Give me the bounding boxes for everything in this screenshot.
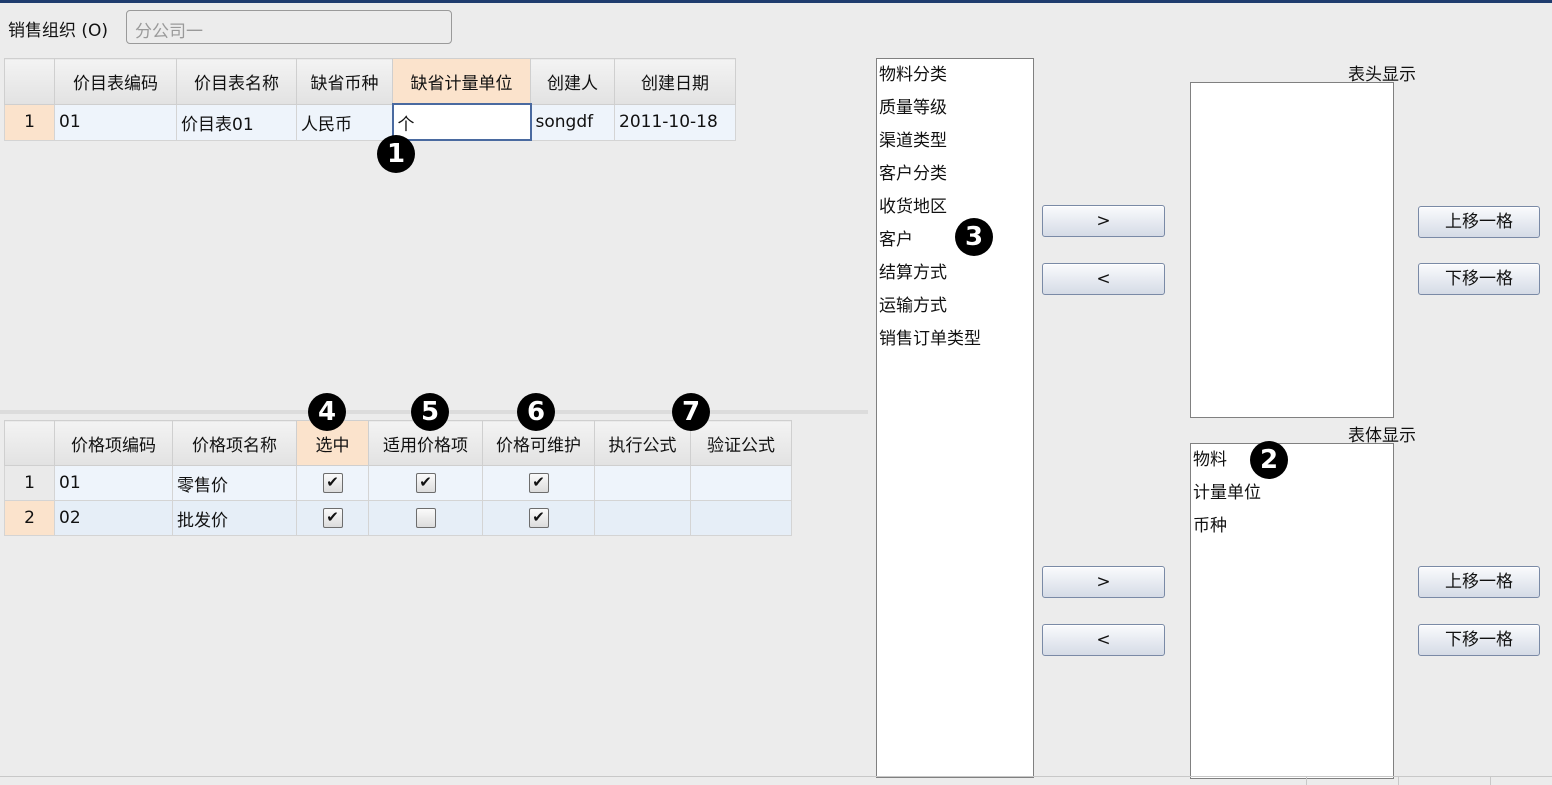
header-move-down-button[interactable]: 下移一格 xyxy=(1418,263,1540,295)
row-number: 1 xyxy=(4,103,55,141)
callout-1-icon: 1 xyxy=(377,135,415,173)
price-table-code-cell[interactable]: 01 xyxy=(54,103,177,141)
remove-from-body-button[interactable]: < xyxy=(1042,624,1165,656)
price-items-header: 价格项编码 价格项名称 选中 适用价格项 价格可维护 执行公式 验证公式 xyxy=(4,420,792,466)
callout-4-icon: 4 xyxy=(308,393,346,431)
list-item[interactable]: 渠道类型 xyxy=(877,125,1033,158)
table-row[interactable]: 1 01 零售价 ✔ ✔ ✔ xyxy=(4,465,792,501)
maintainable-checkbox[interactable]: ✔ xyxy=(528,508,549,528)
body-display-list[interactable]: 物料 计量单位 币种 xyxy=(1190,443,1394,779)
window-top-border xyxy=(0,0,1552,3)
list-item[interactable]: 运输方式 xyxy=(877,290,1033,323)
selected-checkbox[interactable]: ✔ xyxy=(322,473,343,493)
callout-7-icon: 7 xyxy=(672,393,710,431)
divider xyxy=(1398,776,1399,785)
table-row[interactable]: 2 02 批发价 ✔ ✔ xyxy=(4,500,792,536)
callout-6-icon: 6 xyxy=(517,393,555,431)
column-header[interactable]: 价目表编码 xyxy=(54,58,177,105)
callout-3-icon: 3 xyxy=(955,218,993,256)
header-move-up-button[interactable]: 上移一格 xyxy=(1418,206,1540,238)
list-item[interactable]: 质量等级 xyxy=(877,92,1033,125)
column-header[interactable]: 缺省币种 xyxy=(296,58,393,105)
list-item[interactable]: 客户分类 xyxy=(877,158,1033,191)
sales-org-label: 销售组织 (O) xyxy=(8,21,109,41)
add-to-body-button[interactable]: > xyxy=(1042,566,1165,598)
price-table-grid: 价目表编码 价目表名称 缺省币种 缺省计量单位 创建人 创建日期 1 01 价目… xyxy=(4,58,736,141)
callout-2-icon: 2 xyxy=(1250,441,1288,479)
column-header[interactable]: 价目表名称 xyxy=(176,58,297,105)
sales-org-field[interactable]: 分公司一 xyxy=(126,10,452,44)
column-header[interactable]: 创建人 xyxy=(530,58,615,105)
default-unit-editor[interactable]: 个 xyxy=(391,103,532,141)
default-currency-cell[interactable]: 人民币 xyxy=(296,103,393,141)
header-display-list[interactable] xyxy=(1190,82,1394,418)
price-item-code-cell[interactable]: 01 xyxy=(54,465,173,501)
column-header[interactable]: 价格项编码 xyxy=(54,420,173,466)
list-item[interactable]: 计量单位 xyxy=(1191,477,1393,510)
list-item[interactable]: 币种 xyxy=(1191,510,1393,543)
applicable-checkbox[interactable]: ✔ xyxy=(415,473,436,493)
maintainable-checkbox[interactable]: ✔ xyxy=(528,473,549,493)
table-row[interactable]: 1 01 价目表01 人民币 个 songdf 2011-10-18 xyxy=(4,103,736,141)
row-number: 1 xyxy=(4,465,55,501)
price-table-header: 价目表编码 价目表名称 缺省币种 缺省计量单位 创建人 创建日期 xyxy=(4,58,736,105)
available-dimensions-list[interactable]: 物料分类 质量等级 渠道类型 客户分类 收货地区 客户 结算方式 运输方式 销售… xyxy=(876,58,1034,778)
price-item-name-cell[interactable]: 批发价 xyxy=(172,500,297,536)
add-to-header-button[interactable]: > xyxy=(1042,205,1165,237)
list-item[interactable]: 物料 xyxy=(1191,444,1393,477)
price-item-code-cell[interactable]: 02 xyxy=(54,500,173,536)
status-divider xyxy=(0,776,1552,777)
list-item[interactable]: 结算方式 xyxy=(877,257,1033,290)
price-item-name-cell[interactable]: 零售价 xyxy=(172,465,297,501)
column-header[interactable]: 缺省计量单位 xyxy=(392,58,531,105)
callout-5-icon: 5 xyxy=(411,393,449,431)
list-item[interactable]: 销售订单类型 xyxy=(877,323,1033,356)
selected-checkbox[interactable]: ✔ xyxy=(322,508,343,528)
row-number: 2 xyxy=(4,500,55,536)
verify-formula-cell[interactable] xyxy=(690,465,792,501)
creator-cell[interactable]: songdf xyxy=(530,103,615,141)
price-items-grid: 价格项编码 价格项名称 选中 适用价格项 价格可维护 执行公式 验证公式 1 0… xyxy=(4,420,792,536)
price-table-name-cell[interactable]: 价目表01 xyxy=(176,103,297,141)
divider xyxy=(1306,776,1307,785)
row-number-header xyxy=(4,420,55,466)
list-item[interactable]: 收货地区 xyxy=(877,191,1033,224)
column-header[interactable]: 执行公式 xyxy=(594,420,691,466)
column-header[interactable]: 创建日期 xyxy=(614,58,736,105)
exec-formula-cell[interactable] xyxy=(594,500,691,536)
verify-formula-cell[interactable] xyxy=(690,500,792,536)
column-header[interactable]: 验证公式 xyxy=(690,420,792,466)
divider xyxy=(1490,776,1491,785)
body-move-up-button[interactable]: 上移一格 xyxy=(1418,566,1540,598)
body-move-down-button[interactable]: 下移一格 xyxy=(1418,624,1540,656)
create-date-cell[interactable]: 2011-10-18 xyxy=(614,103,736,141)
list-item[interactable]: 物料分类 xyxy=(877,59,1033,92)
exec-formula-cell[interactable] xyxy=(594,465,691,501)
remove-from-header-button[interactable]: < xyxy=(1042,263,1165,295)
column-header[interactable]: 价格项名称 xyxy=(172,420,297,466)
applicable-checkbox[interactable] xyxy=(415,508,436,528)
row-number-header xyxy=(4,58,55,105)
